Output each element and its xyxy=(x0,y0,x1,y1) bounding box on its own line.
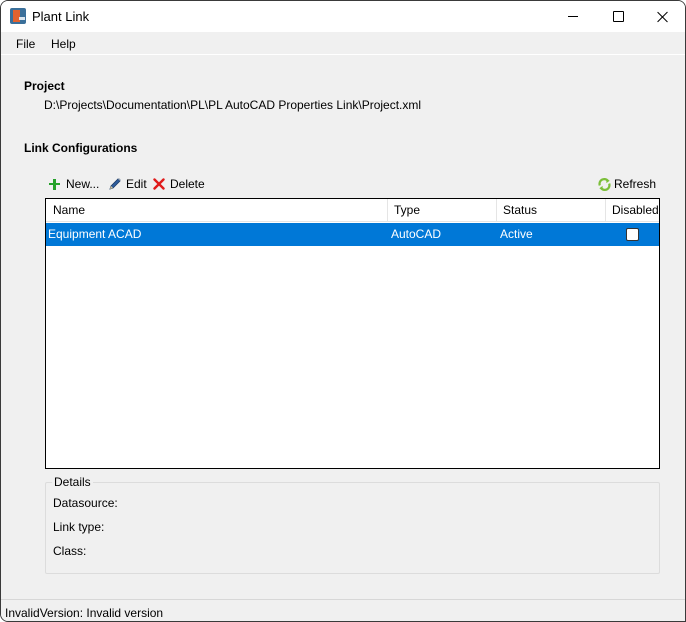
close-icon xyxy=(657,11,669,23)
plus-icon xyxy=(49,178,60,190)
link-configurations-heading: Link Configurations xyxy=(24,141,138,155)
project-heading: Project xyxy=(24,79,65,93)
cell-name: Equipment ACAD xyxy=(48,227,142,241)
link-type-label: Link type: xyxy=(53,520,105,534)
refresh-icon xyxy=(598,177,611,191)
new-button-label: New... xyxy=(66,177,100,191)
maximize-button[interactable] xyxy=(595,1,641,32)
window-title: Plant Link xyxy=(32,9,90,24)
edit-button[interactable]: Edit xyxy=(108,176,147,192)
class-label: Class: xyxy=(53,544,87,558)
disabled-checkbox[interactable] xyxy=(626,228,639,241)
menu-help[interactable]: Help xyxy=(51,37,76,51)
plant-link-window: Plant Link File Help Project D:\Projects… xyxy=(0,0,686,622)
refresh-button[interactable]: Refresh xyxy=(597,176,656,192)
project-path: D:\Projects\Documentation\PL\PL AutoCAD … xyxy=(44,98,422,112)
minimize-icon xyxy=(568,16,578,17)
cell-type: AutoCAD xyxy=(391,227,442,241)
column-header-name[interactable]: Name xyxy=(46,199,388,222)
minimize-button[interactable] xyxy=(550,1,596,32)
new-button[interactable]: New... xyxy=(49,176,99,192)
delete-button-label: Delete xyxy=(170,177,205,191)
x-icon xyxy=(153,178,165,190)
status-bar: InvalidVersion: Invalid version xyxy=(1,599,685,621)
app-icon-bar xyxy=(19,17,25,20)
delete-button[interactable]: Delete xyxy=(153,176,205,192)
refresh-button-label: Refresh xyxy=(614,177,657,191)
app-icon-doc xyxy=(13,10,20,22)
pencil-icon xyxy=(109,178,121,190)
edit-button-label: Edit xyxy=(126,177,147,191)
datasource-label: Datasource: xyxy=(53,496,118,510)
app-icon xyxy=(10,8,26,24)
details-group: Details Datasource: Link type: Class: xyxy=(45,475,660,574)
cell-status: Active xyxy=(500,227,533,241)
menu-file[interactable]: File xyxy=(16,37,35,51)
close-button[interactable] xyxy=(640,1,685,32)
table-header: Name Type Status Disabled xyxy=(46,199,659,222)
column-header-type[interactable]: Type xyxy=(388,199,497,222)
title-bar[interactable]: Plant Link xyxy=(1,1,685,32)
column-header-status[interactable]: Status xyxy=(497,199,606,222)
maximize-icon xyxy=(612,11,624,22)
details-legend: Details xyxy=(52,475,93,489)
column-header-disabled[interactable]: Disabled xyxy=(606,199,659,222)
table-row[interactable]: Equipment ACAD AutoCAD Active xyxy=(46,223,659,246)
status-text: InvalidVersion: Invalid version xyxy=(5,606,164,620)
link-configurations-table[interactable]: Name Type Status Disabled Equipment ACAD… xyxy=(45,198,660,469)
menu-bar: File Help xyxy=(1,32,685,55)
